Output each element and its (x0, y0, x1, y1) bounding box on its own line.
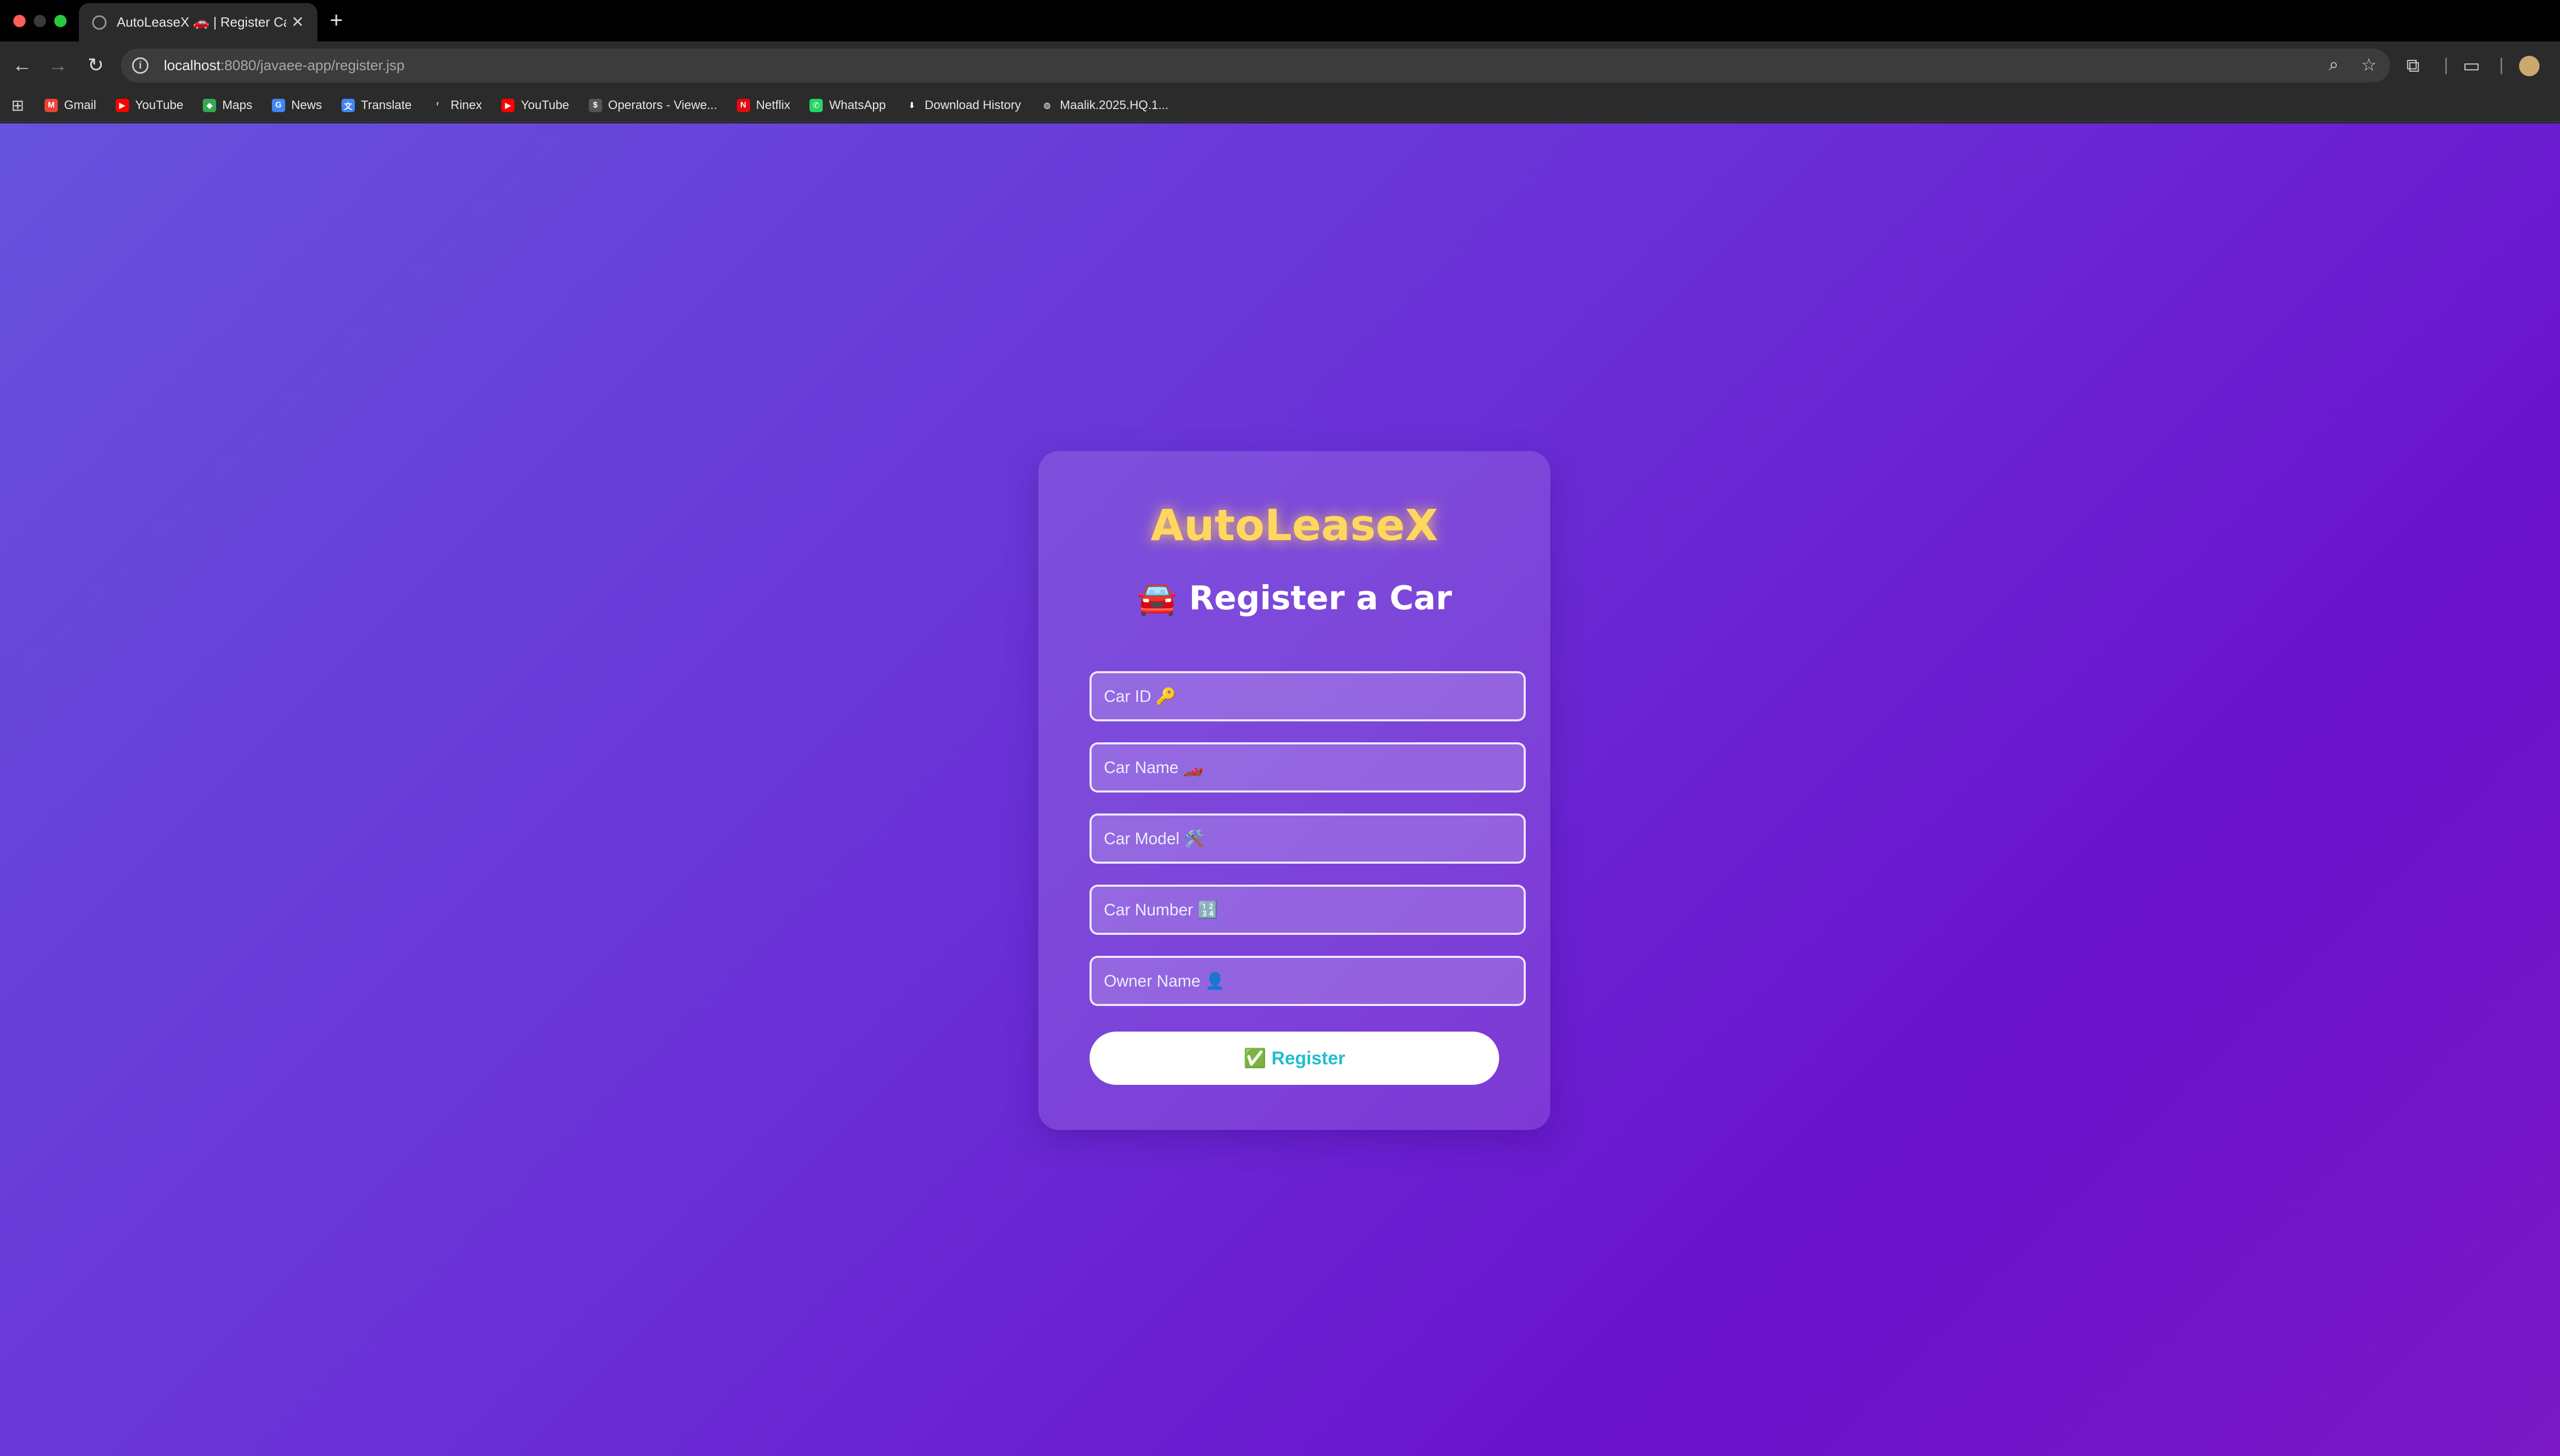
bookmark-item[interactable]: 文 Translate (341, 98, 412, 113)
bookmark-label: Translate (360, 98, 412, 112)
bookmark-label: YouTube (135, 98, 184, 112)
bookmark-item[interactable]: ⬇ Download History (905, 98, 1021, 113)
bookmark-item[interactable]: ▶ YouTube (115, 98, 184, 113)
kebab-menu-icon[interactable]: ⋮ (2558, 55, 2560, 76)
bookmark-item[interactable]: ✆ WhatsApp (809, 98, 886, 113)
page-viewport: AutoLeaseX 🚘 Register a Car Car ID 🔑 Car… (0, 123, 2560, 1456)
forward-arrow-icon[interactable]: → (46, 54, 70, 77)
page-title: 🚘 Register a Car (1137, 580, 1452, 617)
bookmark-item[interactable]: ◍ Maalik.2025.HQ.1... (1040, 98, 1168, 113)
bookmark-item[interactable]: ʳ Rinex (431, 98, 482, 113)
browser-toolbar: ← → ↻ i localhost:8080/javaee-app/regist… (0, 41, 2560, 90)
bookmark-item[interactable]: M Gmail (45, 98, 96, 113)
url-path: :8080/javaee-app/register.jsp (220, 57, 405, 73)
site-info-icon[interactable]: i (132, 57, 148, 74)
youtube-icon: ▶ (501, 99, 515, 112)
minimize-window-button[interactable] (34, 15, 46, 27)
bookmark-label: YouTube (521, 98, 569, 112)
bookmark-label: WhatsApp (829, 98, 886, 112)
bookmark-label: News (291, 98, 322, 112)
close-window-button[interactable] (13, 15, 26, 27)
translate-icon: 文 (341, 99, 355, 112)
register-button[interactable]: ✅ Register (1090, 1032, 1499, 1085)
tab-title: AutoLeaseX 🚗 | Register Car (117, 14, 286, 30)
url-host: localhost (164, 57, 221, 73)
back-arrow-icon[interactable]: ← (10, 54, 34, 77)
news-icon: G (271, 99, 285, 112)
cast-icon[interactable]: ▭ (2463, 55, 2480, 76)
owner-name-input[interactable]: Owner Name 👤 (1090, 956, 1526, 1006)
rinex-icon: ʳ (431, 99, 444, 112)
register-card: AutoLeaseX 🚘 Register a Car Car ID 🔑 Car… (1038, 451, 1550, 1130)
toolbar-divider (2445, 58, 2447, 74)
reload-icon[interactable]: ↻ (84, 54, 108, 77)
car-name-input[interactable]: Car Name 🏎️ (1090, 742, 1526, 793)
bookmark-label: Rinex (450, 98, 482, 112)
bookmark-item[interactable]: $ Operators - Viewe... (588, 98, 717, 113)
car-number-input[interactable]: Car Number 🔢 (1090, 885, 1526, 935)
apps-grid-icon[interactable]: ⊞ (11, 97, 24, 115)
brand-logo-text: AutoLeaseX (1150, 500, 1438, 550)
extensions-icon[interactable]: ⧉ (2406, 55, 2420, 76)
car-model-input[interactable]: Car Model 🛠️ (1090, 813, 1526, 864)
maximize-window-button[interactable] (54, 15, 67, 27)
bookmark-label: Maalik.2025.HQ.1... (1060, 98, 1169, 112)
tab-favicon-icon (92, 15, 106, 30)
zoom-icon[interactable]: ⌕ (2329, 55, 2338, 75)
car-id-input[interactable]: Car ID 🔑 (1090, 671, 1526, 721)
globe-icon: ◍ (1040, 99, 1054, 112)
profile-avatar-icon[interactable] (2519, 56, 2540, 76)
toolbar-divider (2501, 58, 2502, 74)
bookmark-label: Operators - Viewe... (608, 98, 717, 112)
bookmark-item[interactable]: G News (271, 98, 322, 113)
whatsapp-icon: ✆ (809, 99, 823, 112)
bookmark-item[interactable]: ◆ Maps (203, 98, 252, 113)
maps-icon: ◆ (203, 99, 217, 112)
download-icon: ⬇ (905, 99, 919, 112)
operators-icon: $ (588, 99, 602, 112)
browser-tab-bar: AutoLeaseX 🚗 | Register Car ✕ + (0, 0, 2560, 41)
bookmark-star-icon[interactable]: ☆ (2361, 55, 2377, 75)
bookmark-label: Maps (222, 98, 252, 112)
bookmarks-bar: ⊞ M Gmail ▶ YouTube ◆ Maps G News 文 Translate ʳ Rin… (0, 90, 2560, 122)
bookmark-label: Gmail (64, 98, 96, 112)
new-tab-button[interactable]: + (330, 7, 343, 34)
tab-close-icon[interactable]: ✕ (291, 13, 304, 31)
gmail-icon: M (45, 99, 58, 112)
bookmark-item[interactable]: N Netflix (736, 98, 791, 113)
youtube-icon: ▶ (115, 99, 129, 112)
bookmark-label: Netflix (756, 98, 791, 112)
browser-tab-active[interactable]: AutoLeaseX 🚗 | Register Car ✕ (79, 3, 317, 41)
netflix-icon: N (736, 99, 750, 112)
bookmark-label: Download History (925, 98, 1021, 112)
bookmark-item[interactable]: ▶ YouTube (501, 98, 569, 113)
address-bar[interactable]: i localhost:8080/javaee-app/register.jsp… (121, 49, 2390, 82)
